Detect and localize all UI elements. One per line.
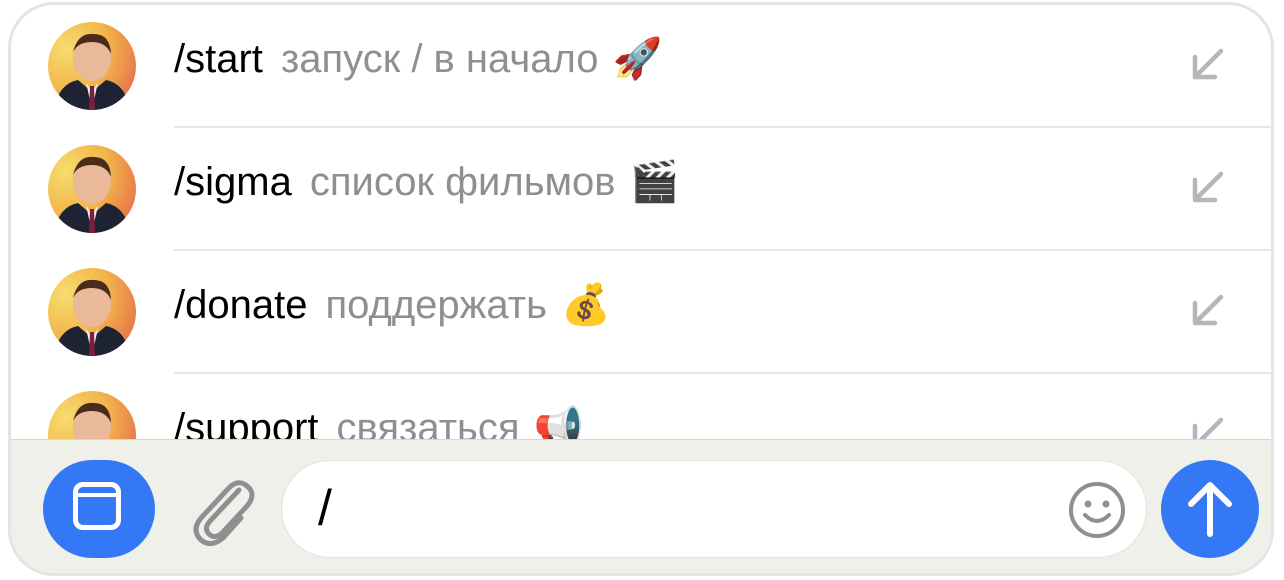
command-text: /support связаться 📢 [174,408,583,439]
message-input[interactable]: / [281,460,1147,558]
bot-menu-button[interactable] [43,460,155,558]
command-description: связаться [336,406,520,439]
command-row-start[interactable]: /start запуск / в начало 🚀 [11,5,1271,128]
command-suggestion-list[interactable]: /start запуск / в начало 🚀 /sigma список фи… [11,5,1271,439]
command-name: /sigma [174,160,292,204]
insert-arrow-icon[interactable] [1187,414,1227,439]
insert-arrow-icon[interactable] [1187,45,1227,85]
command-name: /support [174,406,319,439]
avatar [48,268,136,356]
arrow-up-icon [1188,482,1232,537]
money-bag-icon: 💰 [560,283,611,327]
clapperboard-icon: 🎬 [629,160,680,204]
avatar [48,391,136,439]
command-text: /donate поддержать 💰 [174,285,611,325]
paperclip-icon[interactable] [187,468,257,548]
insert-arrow-icon[interactable] [1187,291,1227,331]
smiley-icon[interactable] [1068,481,1126,539]
composer-bar: / [11,439,1271,573]
message-input-value[interactable]: / [318,483,332,533]
bot-commands-panel: /start запуск / в начало 🚀 /sigma список фи… [8,2,1274,576]
avatar [48,145,136,233]
command-row-support[interactable]: /support связаться 📢 [11,374,1271,439]
command-description: запуск / в начало [280,37,599,81]
bot-menu-icon [73,482,121,530]
command-name: /donate [174,283,308,327]
command-description: поддержать [325,283,547,327]
command-text: /sigma список фильмов 🎬 [174,162,679,202]
command-text: /start запуск / в начало 🚀 [174,39,662,79]
command-row-sigma[interactable]: /sigma список фильмов 🎬 [11,128,1271,251]
command-row-donate[interactable]: /donate поддержать 💰 [11,251,1271,374]
megaphone-icon: 📢 [533,406,584,439]
rocket-icon: 🚀 [612,37,663,81]
command-description: список фильмов [309,160,616,204]
command-name: /start [174,37,263,81]
insert-arrow-icon[interactable] [1187,168,1227,208]
send-button[interactable] [1161,460,1259,558]
avatar [48,22,136,110]
